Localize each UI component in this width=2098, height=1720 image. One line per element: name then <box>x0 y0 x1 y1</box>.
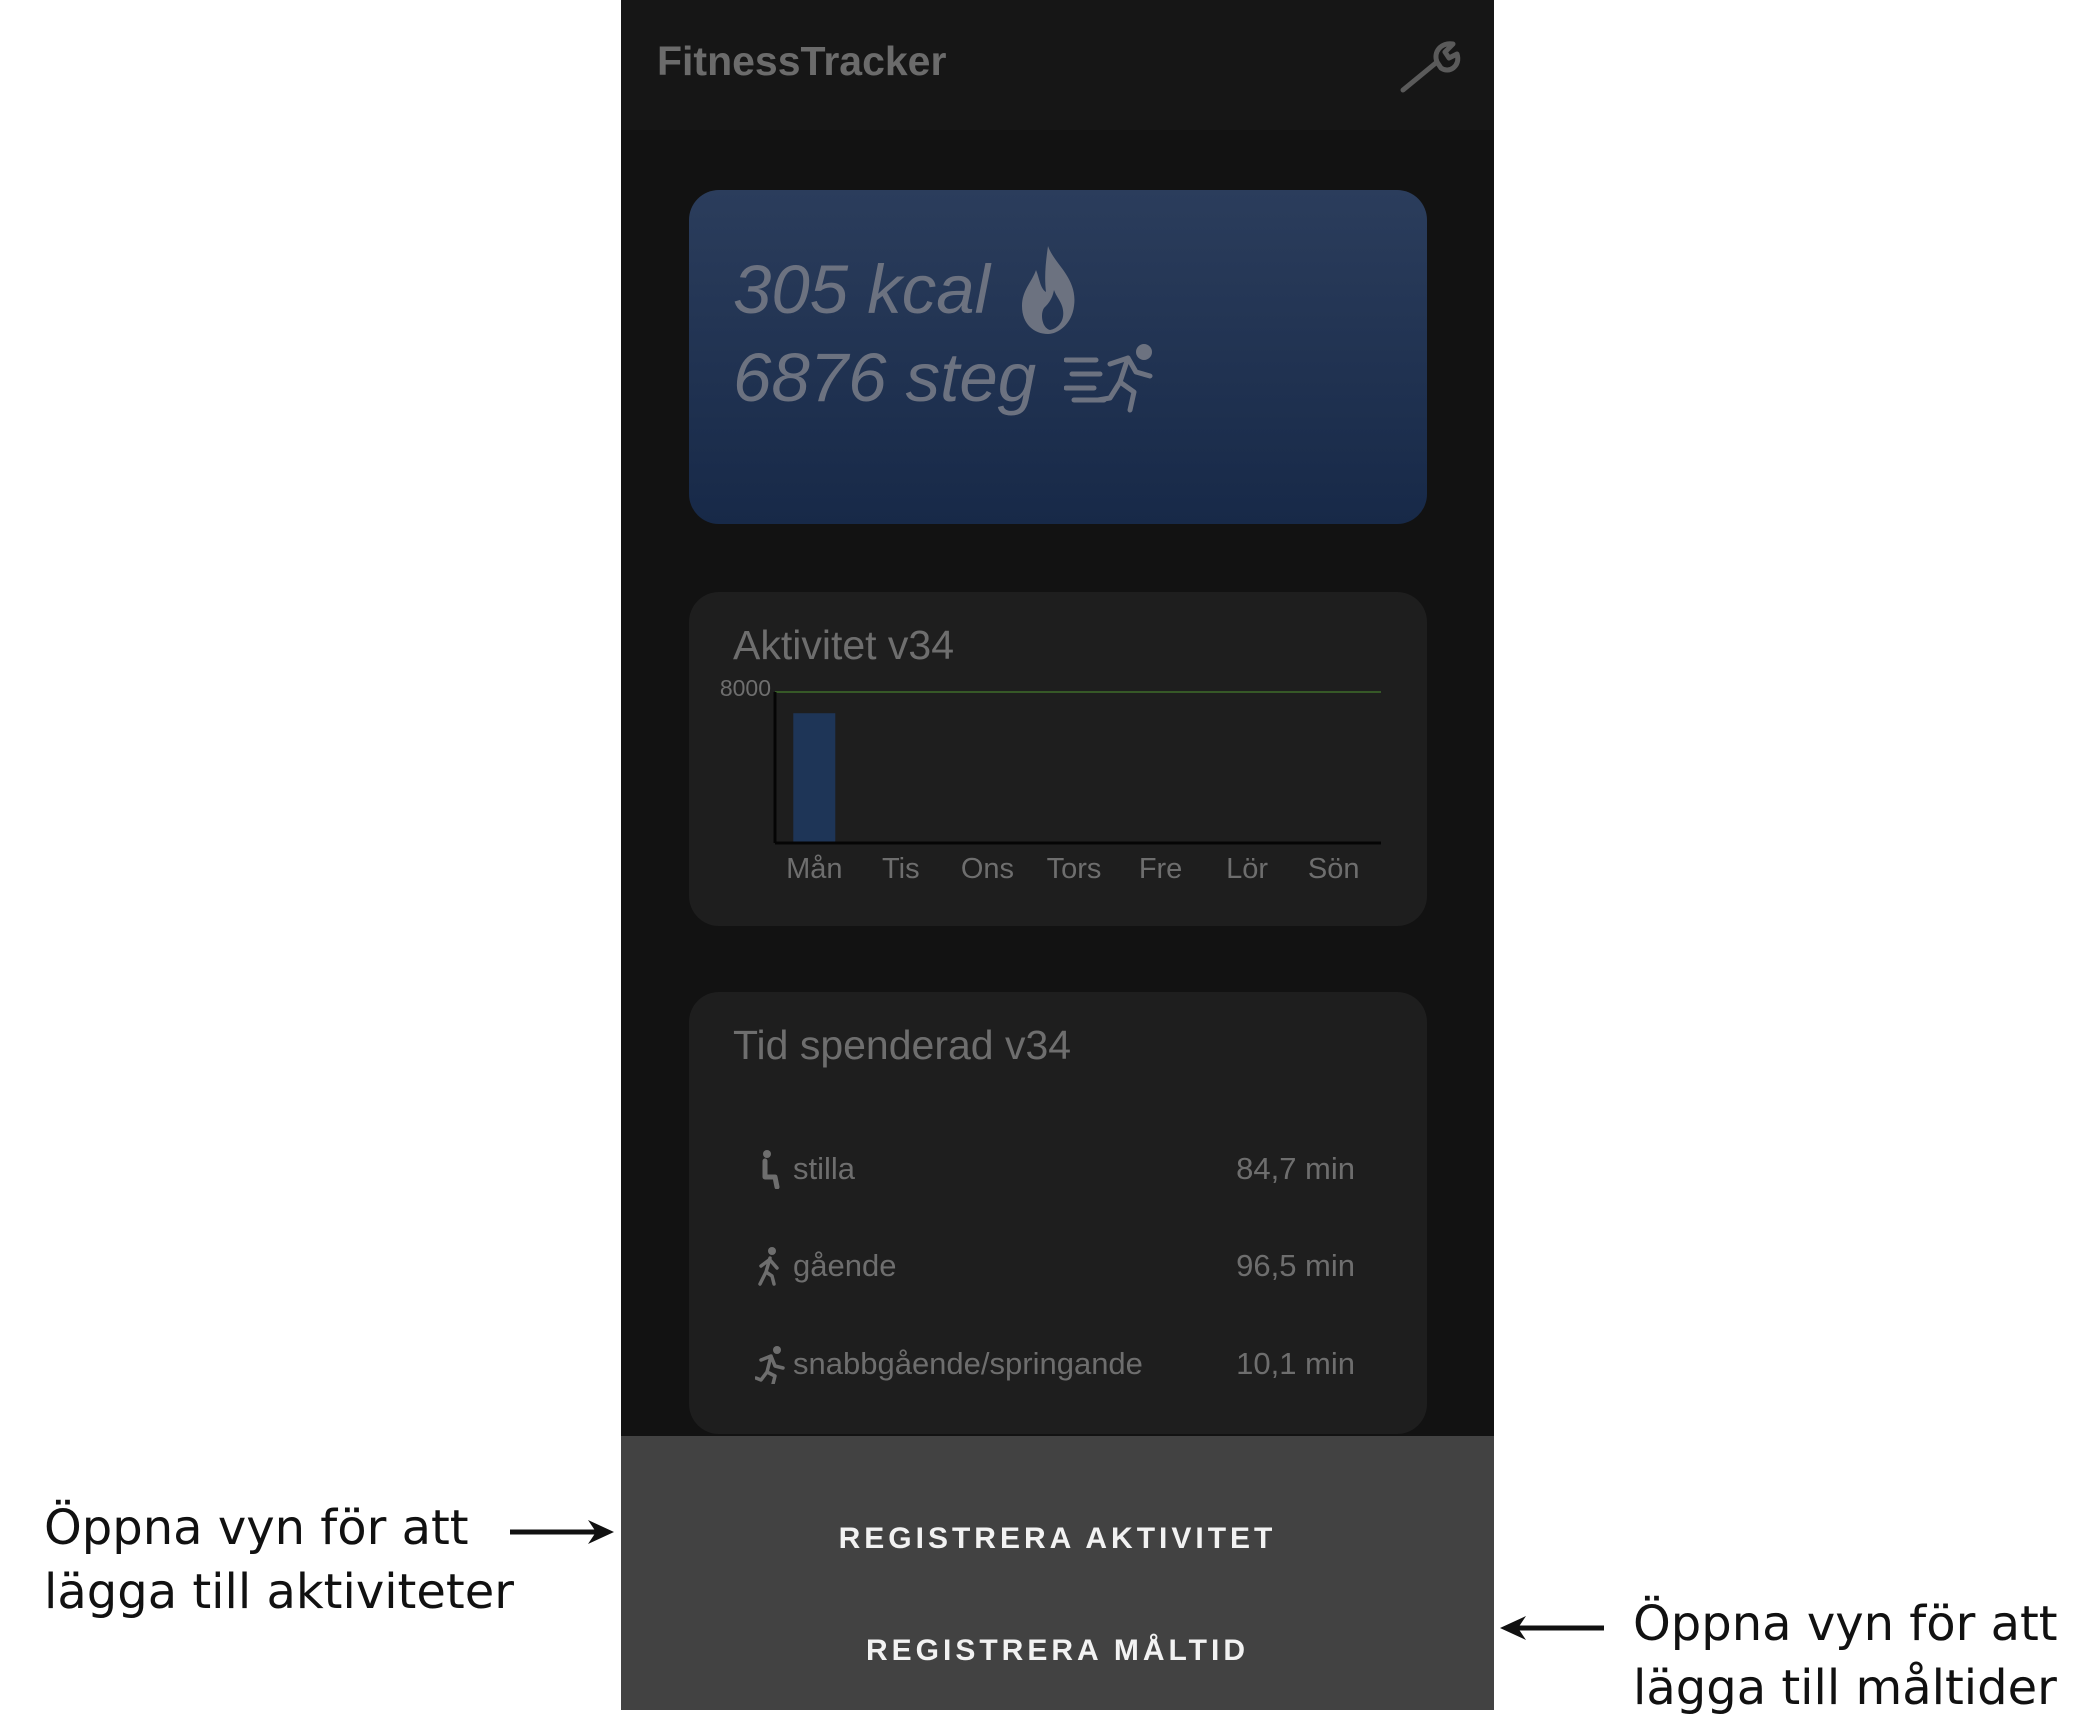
register-activity-button[interactable]: REGISTRERA AKTIVITET <box>621 1522 1494 1556</box>
x-tick-label: Ons <box>961 853 1014 885</box>
wrench-icon[interactable] <box>1397 38 1467 96</box>
arrow-right-icon <box>510 1520 614 1544</box>
row-value: 10,1 min <box>1236 1346 1355 1381</box>
app-bar: FitnessTracker <box>621 0 1494 130</box>
seated-person-icon <box>762 1150 780 1189</box>
row-label: stilla <box>793 1151 856 1186</box>
annotation-line: lägga till måltider <box>1633 1660 2057 1716</box>
x-tick-label: Tis <box>882 853 920 885</box>
runner-icon <box>1064 343 1153 412</box>
row-value: 96,5 min <box>1236 1248 1355 1283</box>
time-spent-title: Tid spenderad v34 <box>733 1022 1072 1068</box>
activity-card: Aktivitet v34 8000 Mån Tis Ons Tors Fre Lör Sön <box>689 592 1427 926</box>
annotation-register-meal: Öppna vyn för att lägga till måltider <box>1633 1592 2058 1720</box>
y-tick-label: 8000 <box>720 675 771 701</box>
annotation-line: Öppna vyn för att <box>1633 1596 2058 1652</box>
x-tick-label: Mån <box>786 853 842 885</box>
time-row-gaende: gående 96,5 min <box>755 1244 1355 1288</box>
time-spent-card: Tid spenderad v34 stilla 84,7 min gående… <box>689 992 1427 1434</box>
walking-person-icon <box>758 1247 779 1286</box>
x-tick-label: Lör <box>1226 853 1268 885</box>
annotation-line: lägga till aktiviteter <box>44 1564 514 1620</box>
calories-row: 305 kcal <box>733 244 1080 334</box>
register-meal-button[interactable]: REGISTRERA MÅLTID <box>621 1634 1494 1668</box>
row-label: gående <box>793 1248 897 1283</box>
x-tick-label: Fre <box>1139 853 1183 885</box>
app-title: FitnessTracker <box>657 38 947 84</box>
row-label: snabbgående/springande <box>793 1346 1143 1381</box>
x-tick-label: Tors <box>1047 853 1102 885</box>
action-sheet: REGISTRERA AKTIVITET REGISTRERA MÅLTID <box>621 1436 1494 1710</box>
time-row-stilla: stilla 84,7 min <box>755 1147 1355 1191</box>
steps-row: 6876 steg <box>733 338 1160 417</box>
x-tick-label: Sön <box>1308 853 1360 885</box>
running-person-icon <box>755 1346 785 1384</box>
bar-0 <box>793 713 836 843</box>
activity-bar-chart: 8000 Mån Tis Ons Tors Fre Lör Sön <box>720 675 1381 885</box>
flame-icon <box>1022 246 1075 334</box>
annotation-register-activity: Öppna vyn för att lägga till aktiviteter <box>44 1496 514 1624</box>
time-row-springande: snabbgående/springande 10,1 min <box>755 1342 1355 1386</box>
row-value: 84,7 min <box>1236 1151 1355 1186</box>
steps-value: 6876 steg <box>733 339 1037 416</box>
daily-summary-card: 305 kcal 6876 steg <box>689 190 1427 524</box>
phone-screen: FitnessTracker 305 kcal 6876 steg Aktivi… <box>621 0 1494 1710</box>
annotation-line: Öppna vyn för att <box>44 1500 469 1556</box>
arrow-left-icon <box>1500 1616 1604 1640</box>
calories-value: 305 kcal <box>733 250 990 328</box>
